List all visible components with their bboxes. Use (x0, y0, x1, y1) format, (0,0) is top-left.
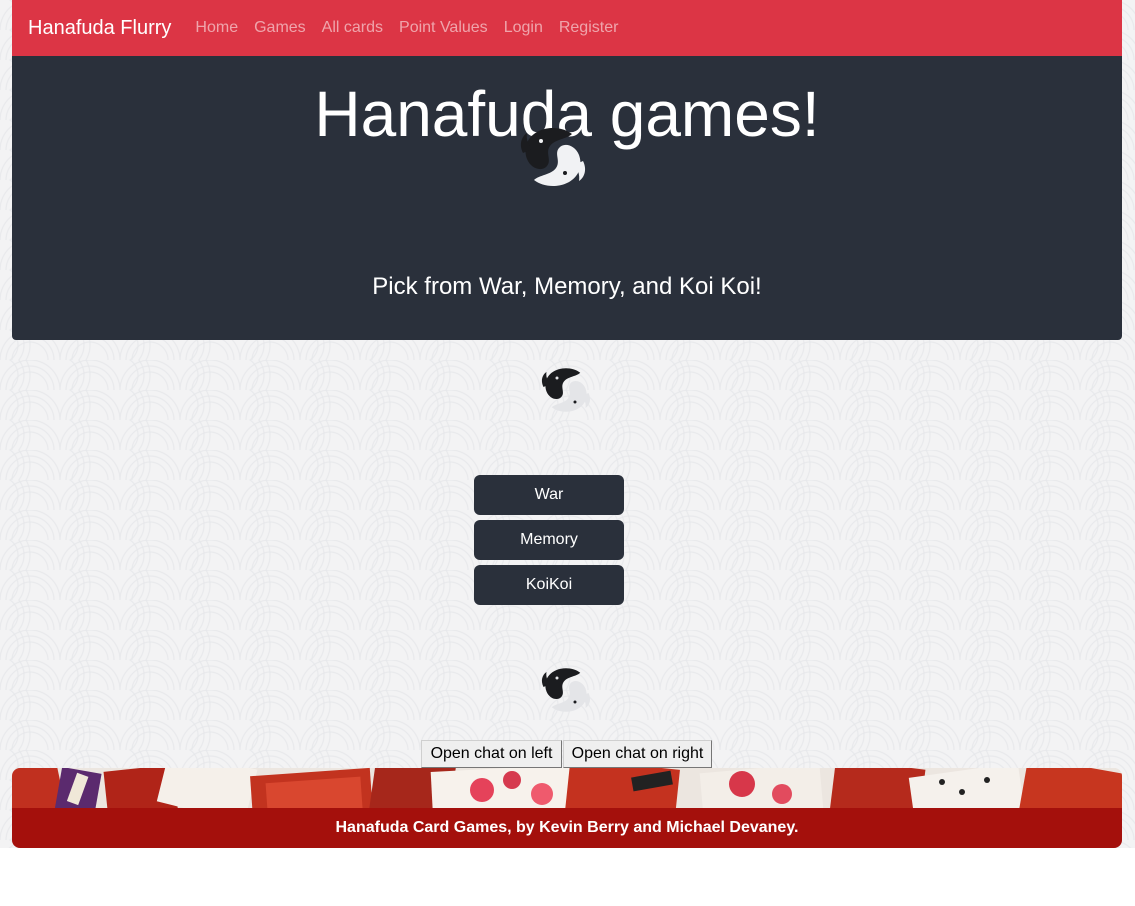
footer-credits: Hanafuda Card Games, by Kevin Berry and … (12, 808, 1122, 848)
koi-yin-yang-icon (541, 668, 591, 712)
memory-game-button[interactable]: Memory (474, 520, 624, 560)
nav-link-home[interactable]: Home (195, 19, 238, 37)
hero-banner: Hanafuda games! Pick from War, Memory, a… (12, 56, 1122, 340)
koikoi-game-button[interactable]: KoiKoi (474, 565, 624, 605)
navbar-brand[interactable]: Hanafuda Flurry (28, 17, 171, 40)
war-game-button[interactable]: War (474, 475, 624, 515)
koi-yin-yang-icon (541, 368, 591, 412)
nav-link-point-values[interactable]: Point Values (399, 19, 488, 37)
open-chat-left-button[interactable]: Open chat on left (421, 740, 562, 768)
koi-yin-yang-icon (520, 128, 586, 186)
open-chat-right-button[interactable]: Open chat on right (563, 740, 712, 768)
top-navbar: Hanafuda Flurry Home Games All cards Poi… (12, 0, 1122, 56)
nav-link-all-cards[interactable]: All cards (322, 19, 383, 37)
footer: Hanafuda Card Games, by Kevin Berry and … (12, 768, 1122, 848)
nav-link-games[interactable]: Games (254, 19, 306, 37)
nav-link-login[interactable]: Login (504, 19, 543, 37)
nav-link-register[interactable]: Register (559, 19, 619, 37)
hero-subtitle: Pick from War, Memory, and Koi Koi! (372, 273, 762, 300)
